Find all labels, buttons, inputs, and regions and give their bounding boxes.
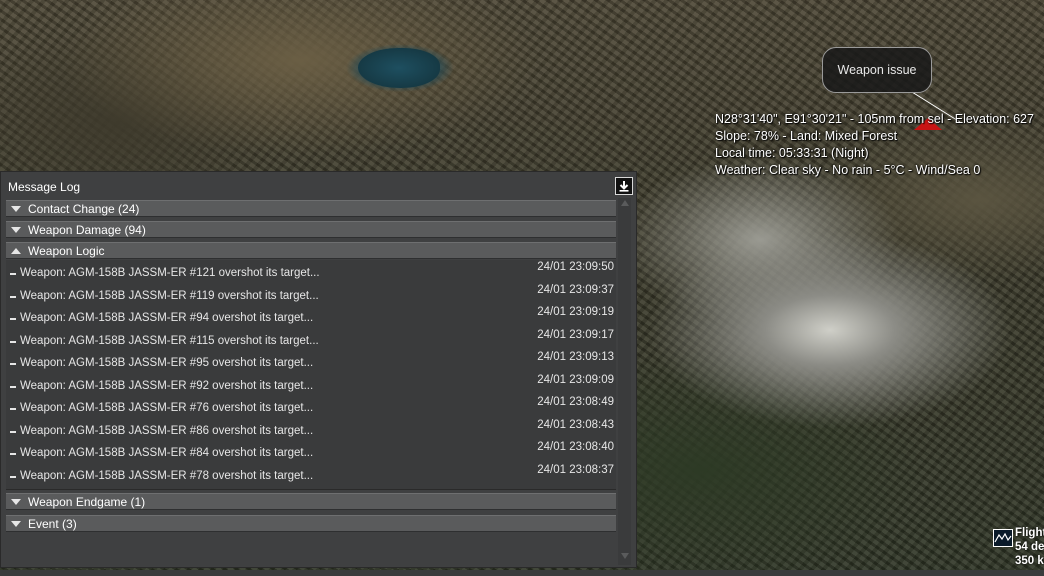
log-message: Weapon: AGM-158B JASSM-ER #121 overshot … [20, 267, 320, 279]
log-time: 24/01 23:09:17 [537, 328, 614, 341]
group-contact-change[interactable]: Contact Change (24) [6, 200, 616, 217]
dash-icon [10, 363, 16, 365]
log-entry[interactable]: Weapon: AGM-158B JASSM-ER #86 overshot i… [6, 418, 616, 442]
log-message: Weapon: AGM-158B JASSM-ER #95 overshot i… [20, 357, 314, 369]
lake [358, 48, 440, 88]
log-entry[interactable]: Weapon: AGM-158B JASSM-ER #76 overshot i… [6, 396, 616, 419]
group-weapon-endgame[interactable]: Weapon Endgame (1) [6, 493, 616, 510]
readout-line: Slope: 78% - Land: Mixed Forest [715, 129, 898, 143]
log-entry[interactable]: Weapon: AGM-158B JASSM-ER #92 overshot i… [6, 373, 616, 397]
log-message: Weapon: AGM-158B JASSM-ER #115 overshot … [20, 334, 319, 347]
group-weapon-damage[interactable]: Weapon Damage (94) [6, 221, 616, 238]
log-message: Weapon: AGM-158B JASSM-ER #86 overshot i… [20, 424, 314, 437]
log-message: Weapon: AGM-158B JASSM-ER #84 overshot i… [20, 447, 314, 459]
log-time: 24/01 23:08:49 [537, 396, 614, 408]
dash-icon [10, 318, 16, 320]
flight-data-icon[interactable] [993, 529, 1013, 547]
dash-icon [10, 340, 16, 343]
dash-icon [10, 453, 16, 455]
dash-icon [10, 430, 16, 433]
group-label: Weapon Damage (94) [28, 222, 146, 237]
log-entry[interactable]: Weapon: AGM-158B JASSM-ER #78 overshot i… [6, 463, 616, 487]
log-entry[interactable]: Weapon: AGM-158B JASSM-ER #115 overshot … [6, 328, 616, 352]
collapse-triangle-icon [11, 247, 21, 254]
log-time: 24/01 23:08:40 [537, 441, 614, 453]
message-log-panel: Message Log Contact Change (24) Weapon D… [0, 171, 637, 568]
log-entry[interactable]: Weapon: AGM-158B JASSM-ER #119 overshot … [6, 283, 616, 307]
log-entry[interactable]: Weapon: AGM-158B JASSM-ER #121 overshot … [6, 261, 616, 284]
chart-line-icon [994, 532, 1012, 543]
group-label: Weapon Logic [28, 243, 105, 258]
group-weapon-logic[interactable]: Weapon Logic [6, 242, 616, 259]
scrollbar[interactable] [618, 198, 631, 565]
log-entry[interactable]: Weapon: AGM-158B JASSM-ER #84 overshot i… [6, 441, 616, 464]
weapon-issue-label: Weapon issue [837, 63, 917, 77]
scroll-up-icon[interactable] [621, 200, 629, 206]
dash-icon [10, 385, 16, 388]
flight-line: 54 de [1015, 541, 1044, 553]
weapon-logic-entries: Weapon: AGM-158B JASSM-ER #121 overshot … [6, 260, 616, 490]
scroll-down-icon[interactable] [621, 553, 629, 559]
log-time: 24/01 23:09:13 [537, 351, 614, 363]
expand-triangle-icon [11, 226, 21, 233]
log-entry[interactable]: Weapon: AGM-158B JASSM-ER #94 overshot i… [6, 306, 616, 329]
expand-triangle-icon [11, 498, 21, 505]
log-message: Weapon: AGM-158B JASSM-ER #78 overshot i… [20, 469, 314, 482]
dash-icon [10, 408, 16, 410]
log-message: Weapon: AGM-158B JASSM-ER #119 overshot … [20, 289, 319, 302]
log-message: Weapon: AGM-158B JASSM-ER #92 overshot i… [20, 379, 314, 392]
log-time: 24/01 23:09:19 [537, 306, 614, 318]
dock-button[interactable] [615, 177, 633, 195]
group-label: Weapon Endgame (1) [28, 494, 146, 509]
group-event[interactable]: Event (3) [6, 515, 616, 532]
dash-icon [10, 295, 16, 298]
readout-line: Weather: Clear sky - No rain - 5°C - Win… [715, 163, 981, 177]
log-time: 24/01 23:08:43 [537, 418, 614, 431]
group-label: Event (3) [28, 516, 77, 531]
weapon-issue-bubble[interactable]: Weapon issue [822, 47, 932, 93]
download-arrow-icon [619, 181, 629, 192]
dash-icon [10, 273, 16, 275]
panel-title: Message Log [8, 180, 81, 194]
dash-icon [10, 475, 16, 478]
log-time: 24/01 23:08:37 [537, 463, 614, 476]
log-time: 24/01 23:09:50 [537, 261, 614, 273]
log-time: 24/01 23:09:37 [537, 283, 614, 296]
readout-line: N28°31'40", E91°30'21" - 105nm from sel … [715, 112, 1034, 126]
log-message: Weapon: AGM-158B JASSM-ER #94 overshot i… [20, 312, 314, 324]
coordinate-readout: N28°31'40", E91°30'21" - 105nm from sel … [715, 111, 1034, 179]
group-label: Contact Change (24) [28, 201, 140, 216]
expand-triangle-icon [11, 520, 21, 527]
bottom-toolbar-strip [0, 570, 1044, 576]
expand-triangle-icon [11, 205, 21, 212]
flight-info: Flight 54 de 350 k [1015, 526, 1044, 568]
readout-line: Local time: 05:33:31 (Night) [715, 146, 869, 160]
flight-line: Flight [1015, 527, 1044, 539]
log-time: 24/01 23:09:09 [537, 373, 614, 386]
log-entry[interactable]: Weapon: AGM-158B JASSM-ER #95 overshot i… [6, 351, 616, 374]
flight-line: 350 k [1015, 555, 1044, 567]
log-message: Weapon: AGM-158B JASSM-ER #76 overshot i… [20, 402, 314, 414]
